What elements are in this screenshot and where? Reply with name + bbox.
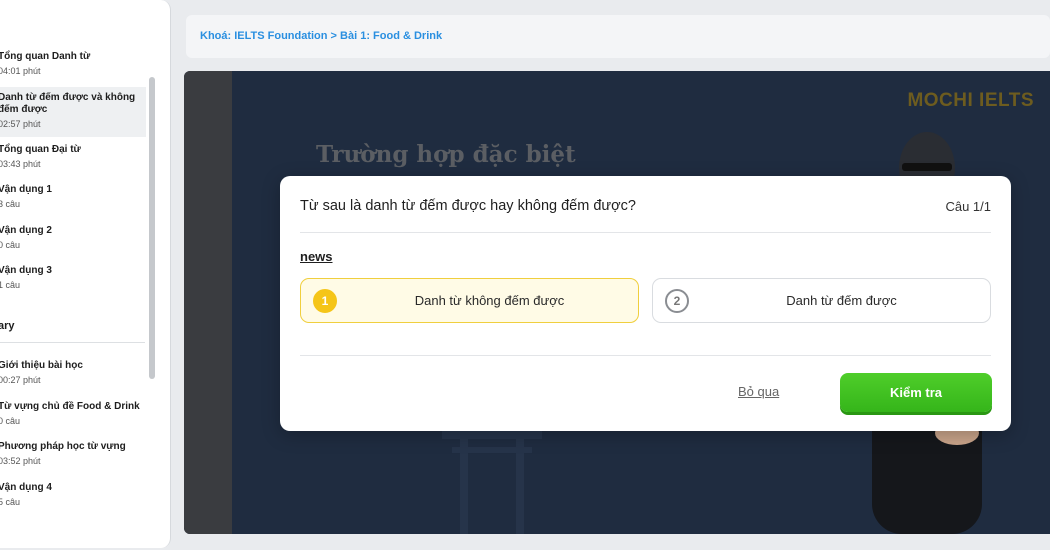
option-number-badge: 2	[665, 289, 689, 313]
brand-watermark: MOCHI IELTS	[907, 90, 1034, 111]
question-text: Từ sau là danh từ đếm được hay không đếm…	[300, 198, 636, 214]
lesson-title: Phương pháp học từ vựng	[0, 441, 126, 452]
lesson-item-active[interactable]: Danh từ đếm được và không đếm được 02:57…	[0, 87, 146, 137]
lesson-duration: 02:57 phút	[0, 119, 41, 129]
lesson-title: Giới thiệu bài học	[0, 360, 83, 371]
lesson-item[interactable]: Vận dụng 1 3 câu	[0, 181, 146, 214]
option-label: Danh từ không đếm được	[414, 293, 565, 308]
lesson-count: 5 câu	[0, 497, 21, 507]
top-header: Khoá: IELTS Foundation > Bài 1: Food & D…	[186, 15, 1050, 58]
lesson-title: Từ vựng chủ đề Food & Drink	[0, 401, 140, 412]
section-label: ary	[0, 320, 15, 332]
breadcrumb[interactable]: Khoá: IELTS Foundation > Bài 1: Food & D…	[200, 30, 442, 42]
lesson-item[interactable]: Tổng quan Danh từ 04:01 phút	[0, 48, 146, 81]
lesson-item[interactable]: Tổng quan Đại từ 03:43 phút	[0, 141, 146, 174]
option-number-badge: 1	[313, 289, 337, 313]
quiz-modal: Từ sau là danh từ đếm được hay không đếm…	[280, 176, 1011, 431]
lesson-item[interactable]: Vận dụng 4 5 câu	[0, 479, 146, 512]
skip-link[interactable]: Bỏ qua	[738, 384, 779, 399]
modal-divider-top	[300, 232, 991, 233]
option-uncountable[interactable]: 1 Danh từ không đếm được	[300, 278, 639, 323]
lesson-sidebar: Tổng quan Danh từ 04:01 phút Danh từ đếm…	[0, 0, 171, 548]
lesson-item[interactable]: Giới thiệu bài học 00:27 phút	[0, 357, 146, 390]
lesson-title: Tổng quan Danh từ	[0, 51, 91, 62]
lesson-duration: 03:52 phút	[0, 456, 41, 466]
lesson-title: Danh từ đếm được và không đếm được	[0, 92, 136, 115]
lesson-duration: 04:01 phút	[0, 66, 41, 76]
lesson-title: Vận dụng 4	[0, 482, 52, 493]
sidebar-scrollbar[interactable]	[149, 77, 155, 379]
lesson-item[interactable]: Vận dụng 2 0 câu	[0, 222, 146, 255]
modal-divider-bottom	[300, 355, 991, 356]
lesson-item[interactable]: Từ vựng chủ đề Food & Drink 0 câu	[0, 398, 146, 431]
lesson-count: 0 câu	[0, 240, 21, 250]
lesson-title: Tổng quan Đại từ	[0, 144, 81, 155]
video-letterbox	[184, 71, 232, 534]
option-countable[interactable]: 2 Danh từ đếm được	[652, 278, 991, 323]
video-heading: Trường hợp đặc biệt	[316, 141, 576, 168]
option-label: Danh từ đếm được	[786, 293, 897, 308]
lesson-title: Vận dụng 2	[0, 225, 52, 236]
check-button[interactable]: Kiểm tra	[840, 373, 992, 412]
target-word: news	[300, 249, 333, 264]
section-divider	[0, 342, 145, 343]
lesson-duration: 03:43 phút	[0, 159, 41, 169]
lesson-duration: 00:27 phút	[0, 375, 41, 385]
lesson-count: 0 câu	[0, 416, 21, 426]
question-counter: Câu 1/1	[945, 199, 991, 214]
lesson-count: 1 câu	[0, 280, 21, 290]
lesson-title: Vận dụng 1	[0, 184, 52, 195]
lesson-title: Vận dụng 3	[0, 265, 52, 276]
lesson-item[interactable]: Vận dụng 3 1 câu	[0, 262, 146, 295]
lesson-count: 3 câu	[0, 199, 21, 209]
lesson-item[interactable]: Phương pháp học từ vựng 03:52 phút	[0, 438, 146, 471]
